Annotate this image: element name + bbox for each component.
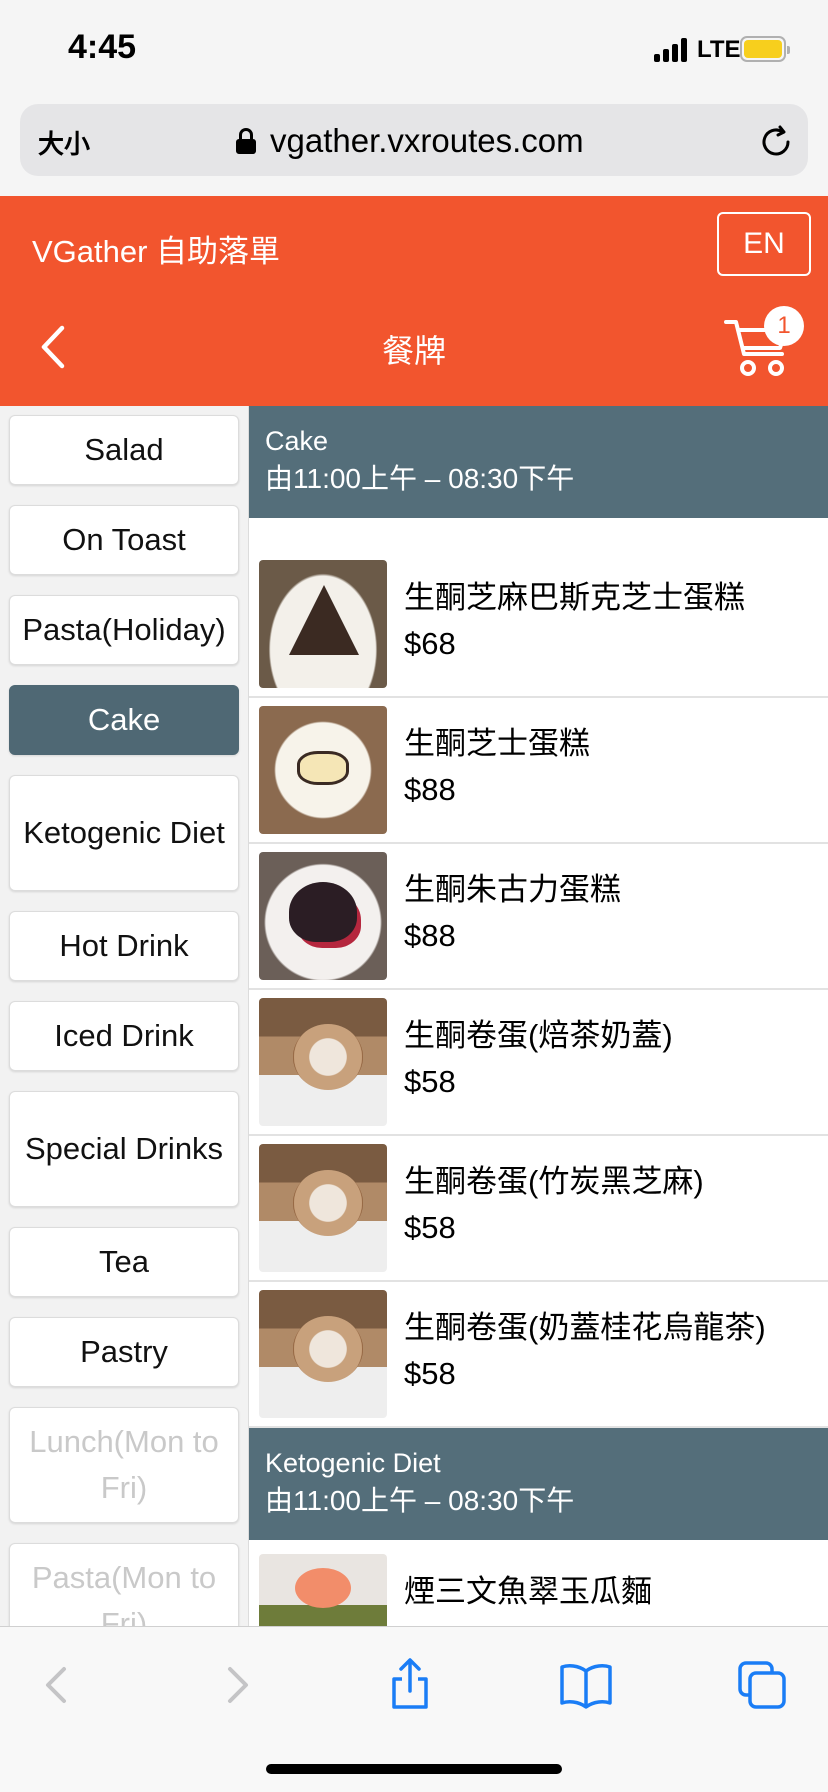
section-hours: 由11:00上午 – 08:30下午 (265, 1485, 575, 1516)
browser-forward-icon[interactable] (208, 1657, 264, 1713)
menu-item[interactable]: 生酮芝麻巴斯克芝士蛋糕 $68 (249, 552, 828, 698)
category-cake[interactable]: Cake (9, 685, 239, 755)
category-lunch-mon-fri[interactable]: Lunch(Mon to Fri) (9, 1407, 239, 1523)
category-tea[interactable]: Tea (9, 1227, 239, 1297)
item-name: 生酮卷蛋(焙茶奶蓋) (404, 1018, 673, 1053)
chocolate-cake-photo (259, 852, 387, 980)
salmon-zucchini-noodle-photo (259, 1554, 387, 1626)
item-price: $88 (404, 772, 456, 807)
category-iced-drink[interactable]: Iced Drink (9, 1001, 239, 1071)
item-price: $88 (404, 918, 456, 953)
address-bar[interactable]: 大小 vgather.vxroutes.com (20, 104, 808, 176)
category-pasta-mon-fri[interactable]: Pasta(Mon to Fri) (9, 1543, 239, 1626)
category-ketogenic-diet[interactable]: Ketogenic Diet (9, 775, 239, 891)
page-title: 餐牌 (381, 333, 446, 369)
section-name: Ketogenic Diet (265, 1448, 441, 1478)
browser-back-icon[interactable] (30, 1657, 86, 1713)
menu-item[interactable]: 煙三文魚翠玉瓜麵 (249, 1546, 828, 1626)
network-type: LTE (697, 36, 741, 63)
item-price: $58 (404, 1356, 456, 1391)
language-button[interactable]: EN (717, 212, 811, 276)
lock-icon (236, 128, 256, 154)
swiss-roll-photo (259, 998, 387, 1126)
item-name: 生酮卷蛋(竹炭黑芝麻) (404, 1164, 704, 1199)
section-header-cake: Cake 由11:00上午 – 08:30下午 (249, 406, 828, 518)
category-hot-drink[interactable]: Hot Drink (9, 911, 239, 981)
item-price: $58 (404, 1210, 456, 1245)
menu-item[interactable]: 生酮朱古力蛋糕 $88 (249, 844, 828, 990)
menu-item[interactable]: 生酮卷蛋(奶蓋桂花烏龍茶) $58 (249, 1282, 828, 1428)
item-price: $58 (404, 1064, 456, 1099)
category-sidebar[interactable]: Salad On Toast Pasta(Holiday) Cake Ketog… (0, 406, 248, 1626)
app-header: VGather 自助落單 EN 餐牌 1 (0, 196, 828, 406)
battery-icon (740, 36, 790, 62)
status-bar: 4:45 LTE (0, 0, 828, 100)
item-price: $68 (404, 626, 456, 661)
cart-count-badge: 1 (764, 306, 804, 346)
brand-title: VGather 自助落單 (32, 234, 281, 269)
category-on-toast[interactable]: On Toast (9, 505, 239, 575)
menu-item[interactable]: 生酮卷蛋(焙茶奶蓋) $58 (249, 990, 828, 1136)
home-indicator (266, 1764, 562, 1774)
item-name: 生酮卷蛋(奶蓋桂花烏龍茶) (404, 1310, 766, 1345)
item-name: 生酮朱古力蛋糕 (404, 872, 621, 907)
swiss-roll-photo (259, 1290, 387, 1418)
cheesecake-photo (259, 706, 387, 834)
reload-icon[interactable] (758, 124, 794, 160)
item-name: 煙三文魚翠玉瓜麵 (404, 1574, 652, 1609)
basque-cake-photo (259, 560, 387, 688)
share-icon[interactable] (382, 1657, 438, 1713)
menu-item[interactable]: 生酮卷蛋(竹炭黑芝麻) $58 (249, 1136, 828, 1282)
bookmarks-icon[interactable] (558, 1657, 614, 1713)
section-header-ketogenic-diet: Ketogenic Diet 由11:00上午 – 08:30下午 (249, 1428, 828, 1540)
category-salad[interactable]: Salad (9, 415, 239, 485)
category-pastry[interactable]: Pastry (9, 1317, 239, 1387)
tabs-icon[interactable] (734, 1657, 790, 1713)
category-special-drinks[interactable]: Special Drinks (9, 1091, 239, 1207)
item-name: 生酮芝麻巴斯克芝士蛋糕 (404, 580, 745, 615)
status-time: 4:45 (68, 28, 137, 66)
section-hours: 由11:00上午 – 08:30下午 (265, 463, 575, 494)
signal-icon (654, 38, 688, 62)
menu-list[interactable]: Cake 由11:00上午 – 08:30下午 生酮芝麻巴斯克芝士蛋糕 $68 … (248, 406, 828, 1626)
url-text[interactable]: vgather.vxroutes.com (270, 122, 584, 160)
item-name: 生酮芝士蛋糕 (404, 726, 590, 761)
section-name: Cake (265, 426, 329, 456)
menu-item[interactable]: 生酮芝士蛋糕 $88 (249, 698, 828, 844)
text-size-button[interactable]: 大小 (38, 124, 90, 161)
browser-address-area: 大小 vgather.vxroutes.com (0, 100, 828, 196)
swiss-roll-photo (259, 1144, 387, 1272)
category-pasta-holiday[interactable]: Pasta(Holiday) (9, 595, 239, 665)
